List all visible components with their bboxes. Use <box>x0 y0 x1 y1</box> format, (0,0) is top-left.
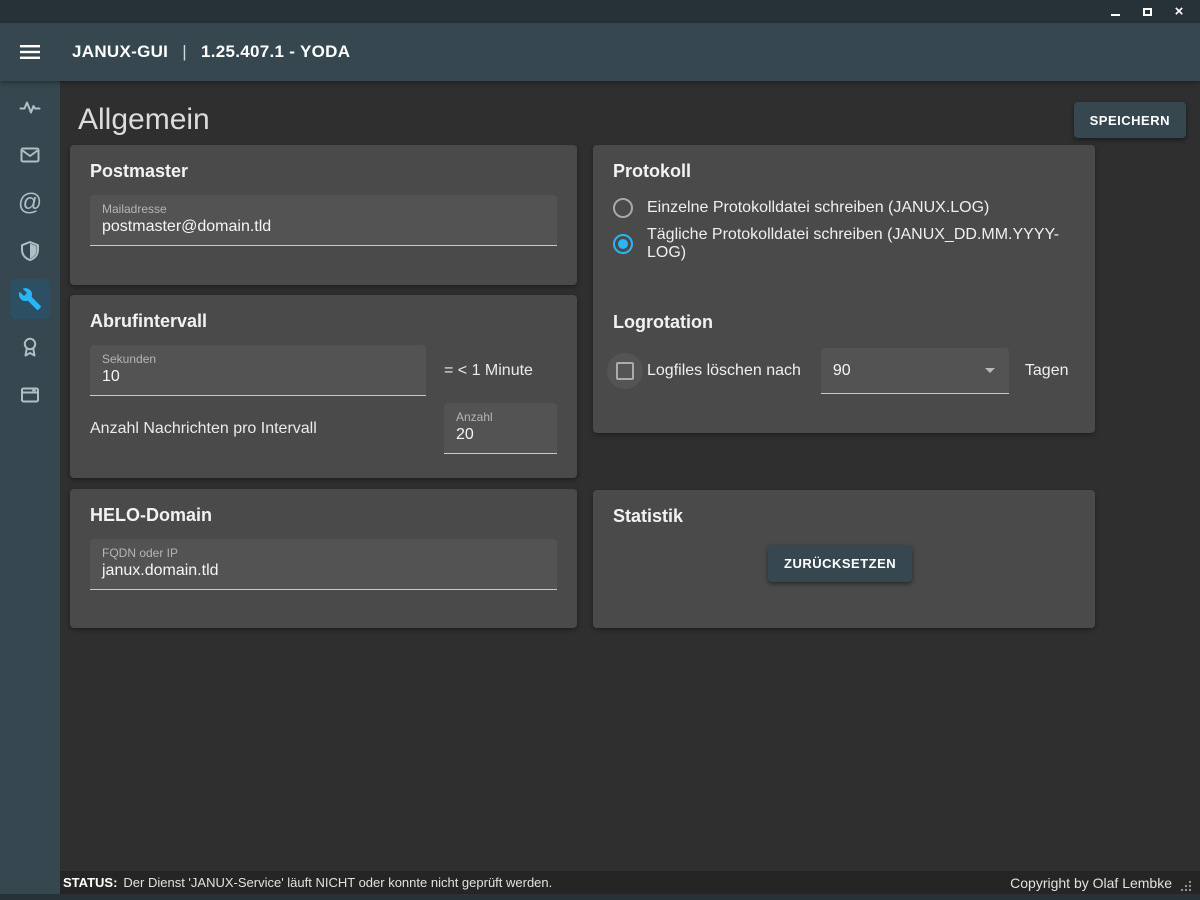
app-version: 1.25.407.1 - YODA <box>201 42 350 61</box>
app-name: JANUX-GUI <box>72 42 168 61</box>
menu-button[interactable] <box>0 44 60 60</box>
hamburger-icon <box>19 44 41 60</box>
seconds-row: Sekunden 10 = < 1 Minute <box>90 345 557 396</box>
app-title: JANUX-GUI | 1.25.407.1 - YODA <box>72 42 350 62</box>
window-bottom-edge <box>0 894 1200 900</box>
delete-logfiles-checkbox[interactable] <box>607 353 643 389</box>
app-bar: JANUX-GUI | 1.25.407.1 - YODA <box>0 23 1200 81</box>
mailadresse-value: postmaster@domain.tld <box>102 216 545 237</box>
delete-logfiles-label: Logfiles löschen nach <box>647 362 801 380</box>
at-icon: @ <box>18 191 42 215</box>
cards-grid: Postmaster Mailadresse postmaster@domain… <box>60 145 1200 628</box>
postmaster-card-title: Postmaster <box>90 161 557 182</box>
radio-daily-logfile[interactable]: Tägliche Protokolldatei schreiben (JANUX… <box>613 226 1075 262</box>
sidebar-item-security[interactable] <box>10 231 50 271</box>
wrench-icon <box>18 287 42 311</box>
sekunden-label: Sekunden <box>102 352 414 366</box>
left-column: Postmaster Mailadresse postmaster@domain… <box>70 145 577 628</box>
sidebar-item-application[interactable] <box>10 375 50 415</box>
radio-single-logfile-label: Einzelne Protokolldatei schreiben (JANUX… <box>647 199 989 217</box>
anzahl-value: 20 <box>456 424 545 445</box>
statistik-card: Statistik ZURÜCKSETZEN <box>593 490 1095 628</box>
page-title: Allgemein <box>78 103 210 137</box>
days-select-value: 90 <box>833 362 851 380</box>
sidebar-item-settings[interactable] <box>10 279 50 319</box>
abrufintervall-card-title: Abrufintervall <box>90 311 557 332</box>
sidebar-item-license[interactable] <box>10 327 50 367</box>
save-button[interactable]: SPEICHERN <box>1074 102 1186 138</box>
fqdn-field[interactable]: FQDN oder IP janux.domain.tld <box>90 539 557 590</box>
days-select[interactable]: 90 <box>821 348 1009 394</box>
radio-daily-logfile-icon <box>613 234 633 254</box>
copyright-text: Copyright by Olaf Lembke <box>1010 875 1172 891</box>
shield-icon <box>18 239 42 263</box>
minute-hint: = < 1 Minute <box>444 362 533 380</box>
log-mode-radio-group: Einzelne Protokolldatei schreiben (JANUX… <box>613 190 1075 262</box>
app-window: × JANUX-GUI | 1.25.407.1 - YODA <box>0 0 1200 900</box>
activity-icon <box>18 95 42 119</box>
anzahl-field[interactable]: Anzahl 20 <box>444 403 557 454</box>
helo-card-title: HELO-Domain <box>90 505 557 526</box>
right-column: Protokoll Einzelne Protokolldatei schrei… <box>593 145 1095 628</box>
logrotation-row: Logfiles löschen nach 90 Tagen <box>613 348 1075 394</box>
page-header: Allgemein SPEICHERN <box>60 81 1200 145</box>
sidebar-item-mail[interactable] <box>10 135 50 175</box>
protokoll-card-title: Protokoll <box>613 161 1075 182</box>
statistik-card-title: Statistik <box>613 506 1075 527</box>
app-window-icon <box>18 383 42 407</box>
logrotation-title: Logrotation <box>613 312 1075 333</box>
close-icon: × <box>1175 4 1184 19</box>
days-suffix-label: Tagen <box>1025 362 1069 380</box>
title-separator: | <box>182 42 187 61</box>
minimize-button[interactable] <box>1104 2 1126 22</box>
postmaster-card: Postmaster Mailadresse postmaster@domain… <box>70 145 577 285</box>
reset-statistics-button[interactable]: ZURÜCKSETZEN <box>768 545 912 582</box>
close-button[interactable]: × <box>1168 2 1190 22</box>
protokoll-card: Protokoll Einzelne Protokolldatei schrei… <box>593 145 1095 433</box>
chevron-down-icon <box>985 368 995 373</box>
helo-domain-card: HELO-Domain FQDN oder IP janux.domain.tl… <box>70 489 577 628</box>
checkbox-icon <box>616 362 634 380</box>
maximize-button[interactable] <box>1136 2 1158 22</box>
abrufintervall-card: Abrufintervall Sekunden 10 = < 1 Minute … <box>70 295 577 478</box>
anzahl-label: Anzahl <box>456 410 545 424</box>
radio-single-logfile-icon <box>613 198 633 218</box>
resize-grip-icon[interactable] <box>1180 880 1192 892</box>
sekunden-value: 10 <box>102 366 414 387</box>
sidebar-item-activity[interactable] <box>10 87 50 127</box>
titlebar: × <box>0 0 1200 23</box>
sidebar-nav: @ <box>0 81 60 894</box>
sidebar-item-email-accounts[interactable]: @ <box>10 183 50 223</box>
sekunden-field[interactable]: Sekunden 10 <box>90 345 426 396</box>
maximize-icon <box>1143 8 1152 16</box>
award-icon <box>18 335 42 359</box>
status-label: STATUS: <box>63 875 117 890</box>
main-content: Allgemein SPEICHERN Postmaster Mailadres… <box>60 81 1200 871</box>
radio-single-logfile[interactable]: Einzelne Protokolldatei schreiben (JANUX… <box>613 190 1075 226</box>
window-controls: × <box>1104 2 1200 22</box>
mailadresse-field[interactable]: Mailadresse postmaster@domain.tld <box>90 195 557 246</box>
status-bar: STATUS: Der Dienst 'JANUX-Service' läuft… <box>60 871 1200 894</box>
minimize-icon <box>1111 14 1120 16</box>
messages-row: Anzahl Nachrichten pro Intervall Anzahl … <box>90 403 557 454</box>
messages-per-interval-label: Anzahl Nachrichten pro Intervall <box>90 420 317 438</box>
fqdn-label: FQDN oder IP <box>102 546 545 560</box>
status-message: Der Dienst 'JANUX-Service' läuft NICHT o… <box>123 875 552 890</box>
mail-icon <box>18 143 42 167</box>
fqdn-value: janux.domain.tld <box>102 560 545 581</box>
mailadresse-label: Mailadresse <box>102 202 545 216</box>
radio-daily-logfile-label: Tägliche Protokolldatei schreiben (JANUX… <box>647 226 1075 262</box>
